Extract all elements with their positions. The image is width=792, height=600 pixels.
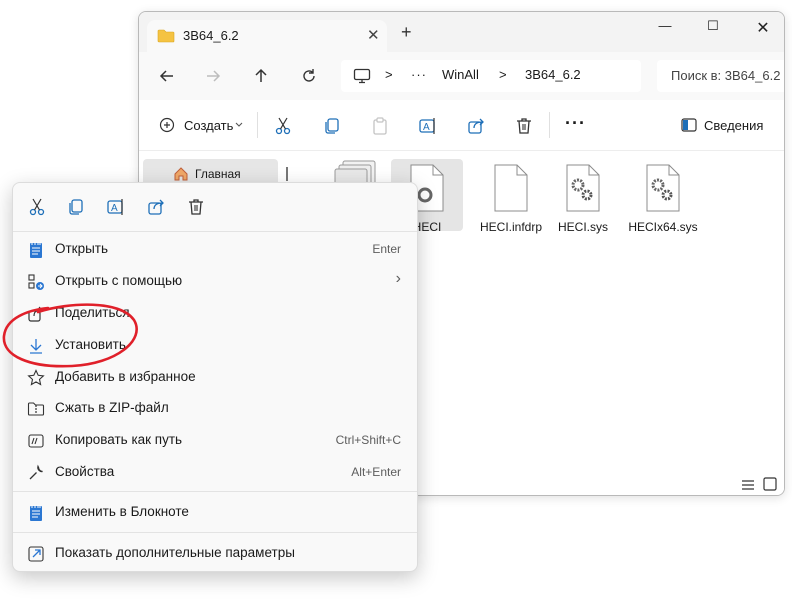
share-icon — [28, 306, 43, 322]
menu-item-label: Копировать как путь — [55, 432, 183, 447]
menu-separator — [13, 532, 417, 533]
menu-item-share[interactable]: Поделиться — [17, 298, 413, 328]
open-with-icon — [28, 274, 44, 290]
breadcrumb-winall[interactable]: WinAll — [442, 67, 479, 82]
share-icon[interactable] — [142, 193, 170, 221]
chevron-right-icon: › — [395, 270, 401, 287]
details-label: Сведения — [704, 118, 764, 133]
menu-item-label: Сжать в ZIP-файл — [55, 400, 169, 415]
refresh-icon[interactable] — [299, 66, 319, 86]
menu-item-show-more-options[interactable]: Показать дополнительные параметры — [17, 538, 413, 568]
copy-icon[interactable] — [322, 116, 342, 136]
menu-item-label: Открыть с помощью — [55, 273, 183, 288]
rename-icon[interactable]: A — [418, 116, 438, 136]
menu-item-label: Показать дополнительные параметры — [55, 545, 295, 560]
delete-icon[interactable] — [514, 116, 534, 136]
menu-item-label: Установить — [55, 337, 126, 352]
navigation-bar: > ··· WinAll > 3B64_6.2 Поиск в: 3B64_6.… — [139, 52, 784, 100]
pane-splitter[interactable] — [286, 167, 288, 181]
menu-item-open-with[interactable]: Открыть с помощью › — [17, 266, 413, 296]
file-item-heci-x64-sys[interactable]: HECIx64.sys — [625, 159, 701, 249]
breadcrumb-separator: > — [499, 67, 507, 82]
menu-item-zip[interactable]: Сжать в ZIP-файл — [17, 393, 413, 423]
search-box[interactable]: Поиск в: 3B64_6.2 — [657, 60, 784, 92]
file-item-heci-infdrp[interactable]: HECI.infdrp — [475, 159, 547, 234]
menu-item-add-favorites[interactable]: Добавить в избранное — [17, 362, 413, 392]
copy-icon[interactable] — [62, 193, 90, 221]
details-button[interactable]: Сведения — [681, 114, 781, 138]
close-window-button[interactable]: ✕ — [741, 18, 784, 44]
menu-item-label: Свойства — [55, 464, 115, 479]
file-name: HECI.infdrp — [479, 220, 543, 234]
system-file-gear-icon — [566, 164, 600, 212]
maximize-button[interactable]: ☐ — [691, 18, 735, 44]
plus-circle-icon — [159, 117, 175, 133]
menu-item-label: Добавить в избранное — [55, 369, 196, 384]
tab-title: 3B64_6.2 — [183, 28, 239, 43]
blank-file-icon — [494, 164, 528, 212]
file-name: HECI.sys — [557, 220, 608, 234]
list-view-icon[interactable] — [741, 479, 755, 491]
menu-item-open[interactable]: Открыть Enter — [17, 234, 413, 264]
tab-close-icon[interactable]: ✕ — [367, 26, 380, 44]
sidebar-home-label: Главная — [195, 167, 241, 181]
command-bar: Создать A ··· Сведения — [139, 100, 784, 151]
breadcrumb-more[interactable]: ··· — [411, 67, 427, 82]
more-options-button[interactable]: ··· — [565, 113, 586, 134]
menu-item-label: Изменить в Блокноте — [55, 504, 189, 519]
menu-item-install[interactable]: Установить — [17, 330, 413, 360]
new-tab-button[interactable]: + — [401, 23, 412, 41]
forward-arrow-icon[interactable] — [203, 66, 223, 86]
rename-icon[interactable]: A — [102, 193, 130, 221]
minimize-button[interactable]: — — [643, 18, 687, 44]
details-pane-icon — [681, 118, 697, 132]
create-label: Создать — [184, 118, 234, 133]
more-options-icon — [28, 546, 44, 562]
notepad-icon — [30, 505, 42, 521]
delete-icon[interactable] — [182, 193, 210, 221]
zip-icon — [27, 402, 45, 416]
menu-item-properties[interactable]: Свойства Alt+Enter — [17, 457, 413, 487]
breadcrumb-current-folder[interactable]: 3B64_6.2 — [525, 67, 581, 82]
monitor-icon — [353, 68, 371, 84]
menu-item-label: Поделиться — [55, 305, 130, 320]
copy-path-icon — [28, 434, 44, 448]
cut-icon[interactable] — [23, 193, 51, 221]
menu-item-copy-path[interactable]: Копировать как путь Ctrl+Shift+C — [17, 425, 413, 455]
context-menu: A Открыть Enter Открыть с помощью › Поде… — [12, 182, 418, 572]
up-arrow-icon[interactable] — [251, 66, 271, 86]
address-bar[interactable]: > ··· WinAll > 3B64_6.2 — [341, 60, 641, 92]
menu-separator — [13, 491, 417, 492]
tiles-view-icon[interactable] — [763, 477, 777, 491]
wrench-icon — [29, 464, 43, 480]
file-name: HECIx64.sys — [628, 220, 698, 234]
menu-item-shortcut: Ctrl+Shift+C — [335, 433, 401, 447]
install-icon — [30, 339, 42, 354]
menu-separator — [13, 231, 417, 232]
toolbar-divider — [257, 112, 258, 138]
folder-icon — [157, 29, 175, 43]
create-button[interactable]: Создать — [155, 114, 245, 138]
menu-item-shortcut: Alt+Enter — [351, 465, 401, 479]
back-arrow-icon[interactable] — [157, 66, 177, 86]
home-icon — [174, 167, 188, 181]
system-file-gear-icon — [646, 164, 680, 212]
breadcrumb-separator: > — [385, 67, 393, 82]
tab-3b64[interactable]: 3B64_6.2 ✕ — [147, 20, 387, 52]
cut-icon[interactable] — [273, 116, 293, 136]
share-icon[interactable] — [466, 116, 486, 136]
menu-item-shortcut: Enter — [372, 242, 401, 256]
paste-icon[interactable] — [370, 116, 390, 136]
chevron-down-icon — [235, 122, 243, 127]
toolbar-divider — [549, 112, 550, 138]
svg-text:A: A — [111, 203, 118, 214]
file-item-heci-sys[interactable]: HECI.sys — [547, 159, 619, 234]
menu-item-edit-notepad[interactable]: Изменить в Блокноте — [17, 497, 413, 527]
svg-text:A: A — [423, 122, 430, 133]
tab-strip: 3B64_6.2 ✕ + — ☐ ✕ — [139, 12, 784, 52]
menu-item-label: Открыть — [55, 241, 109, 256]
notepad-icon — [30, 242, 42, 258]
search-placeholder: Поиск в: 3B64_6.2 — [671, 68, 781, 83]
star-icon — [27, 369, 45, 386]
